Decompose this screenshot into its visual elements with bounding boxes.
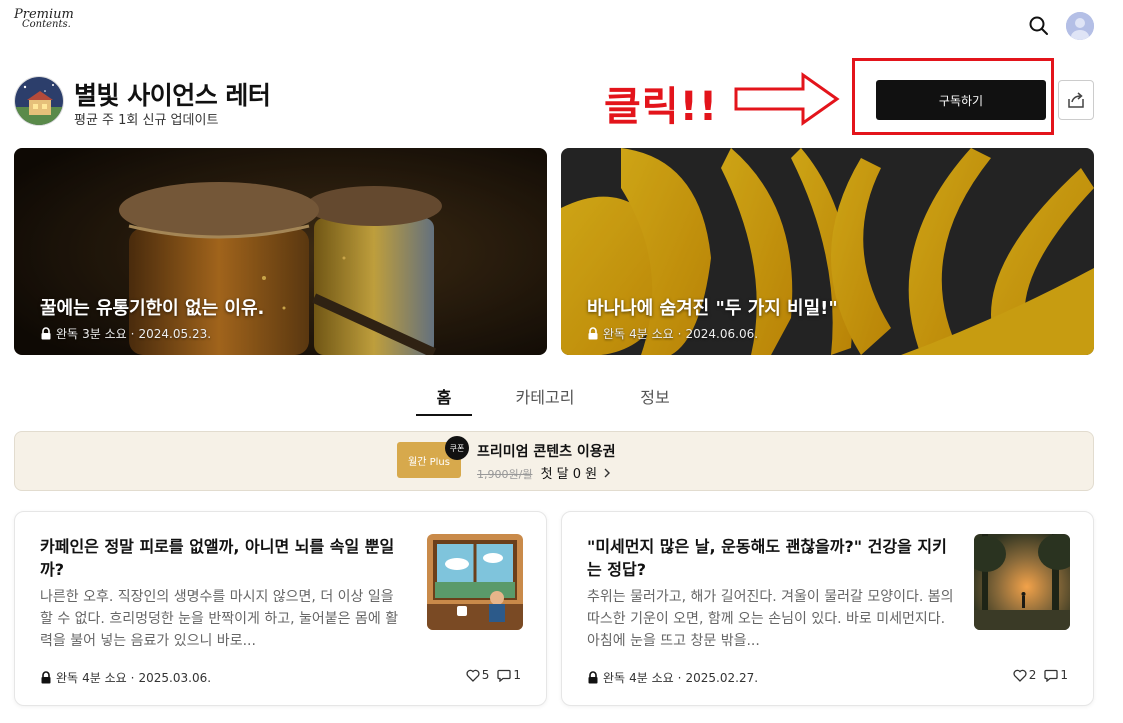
- logo-line2: Contents.: [22, 19, 71, 30]
- featured-status: 완독: [56, 327, 79, 341]
- post-read-time: 4분 소요: [82, 671, 127, 685]
- lock-icon: [41, 671, 51, 684]
- comment-count: 1: [513, 668, 521, 682]
- featured-date: 2024.06.06.: [685, 326, 759, 341]
- post-card-fine-dust[interactable]: "미세먼지 많은 날, 운동해도 괜찮을까?" 건강을 지키는 정답? 추위는 …: [561, 511, 1094, 706]
- channel-tabs: 홈 카테고리 정보: [0, 384, 1123, 416]
- post-meta: 완독 4분 소요 · 2025.02.27.: [587, 669, 758, 686]
- chevron-right-icon: [604, 468, 611, 478]
- honey-jars-image: [14, 148, 547, 355]
- post-read-time: 4분 소요: [629, 671, 674, 685]
- search-icon[interactable]: [1027, 14, 1051, 38]
- heart-icon: [466, 669, 480, 682]
- lock-icon: [41, 327, 51, 340]
- original-price: 1,900원/월: [477, 468, 533, 481]
- like-count: 2: [1028, 668, 1037, 682]
- post-date: 2025.02.27.: [685, 670, 759, 685]
- post-meta: 완독 4분 소요 · 2025.03.06.: [40, 669, 211, 686]
- featured-status: 완독: [603, 327, 626, 341]
- like-count: 5: [481, 668, 490, 682]
- featured-meta: 완독 3분 소요 · 2024.05.23.: [40, 325, 211, 342]
- lock-icon: [588, 327, 598, 340]
- comment-button[interactable]: 1: [1044, 668, 1068, 682]
- annotation-arrow-icon: [734, 72, 840, 126]
- bananas-image: [561, 148, 1094, 355]
- share-button[interactable]: [1058, 80, 1094, 120]
- annotation-click-text: 클릭!!: [604, 84, 719, 130]
- post-status: 완독: [603, 671, 626, 685]
- post-date: 2025.03.06.: [138, 670, 212, 685]
- user-avatar[interactable]: [1066, 12, 1094, 40]
- lock-icon: [588, 671, 598, 684]
- coupon-badge: 쿠폰: [445, 436, 469, 460]
- comment-icon: [497, 669, 512, 682]
- share-icon: [1068, 92, 1084, 108]
- channel-title: 별빛 사이언스 레터: [74, 81, 271, 110]
- featured-read-time: 3분 소요: [82, 327, 127, 341]
- premium-contents-logo[interactable]: Premium Contents.: [14, 8, 74, 30]
- channel-avatar: [14, 76, 64, 126]
- coupon-title: 프리미엄 콘텐츠 이용권: [477, 444, 616, 460]
- post-thumbnail: [427, 534, 523, 630]
- comment-icon: [1044, 669, 1059, 682]
- featured-title: 바나나에 숨겨진 "두 가지 비밀!": [587, 298, 838, 319]
- post-excerpt: 나른한 오후. 직장인의 생명수를 마시지 않으면, 더 이상 일을 할 수 없…: [40, 589, 399, 649]
- tab-home[interactable]: 홈: [416, 384, 472, 416]
- comment-button[interactable]: 1: [497, 668, 521, 682]
- top-bar: Premium Contents.: [0, 0, 1123, 52]
- post-excerpt: 추위는 물러가고, 해가 길어진다. 겨울이 물러갈 모양이다. 봄의 따스한 …: [587, 589, 954, 649]
- featured-date: 2024.05.23.: [138, 326, 212, 341]
- subscribe-button[interactable]: 구독하기: [876, 80, 1046, 120]
- post-title: "미세먼지 많은 날, 운동해도 괜찮을까?" 건강을 지키는 정답?: [587, 537, 947, 579]
- coupon-price: 1,900원/월 첫 달 0 원: [477, 463, 611, 482]
- like-button[interactable]: 5: [466, 668, 490, 682]
- post-stats: 2 1: [1013, 668, 1068, 682]
- comment-count: 1: [1060, 668, 1068, 682]
- featured-post-honey[interactable]: 꿀에는 유통기한이 없는 이유. 완독 3분 소요 · 2024.05.23.: [14, 148, 547, 355]
- post-title: 카페인은 정말 피로를 없앨까, 아니면 뇌를 속일 뿐일까?: [40, 537, 395, 579]
- featured-post-banana[interactable]: 바나나에 숨겨진 "두 가지 비밀!" 완독 4분 소요 · 2024.06.0…: [561, 148, 1094, 355]
- post-status: 완독: [56, 671, 79, 685]
- featured-title: 꿀에는 유통기한이 없는 이유.: [40, 298, 265, 319]
- featured-meta: 완독 4분 소요 · 2024.06.06.: [587, 325, 758, 342]
- premium-coupon-banner[interactable]: 월간 Plus 쿠폰 프리미엄 콘텐츠 이용권 1,900원/월 첫 달 0 원: [14, 431, 1094, 491]
- channel-subtitle: 평균 주 1회 신규 업데이트: [74, 113, 219, 128]
- post-stats: 5 1: [466, 668, 521, 682]
- featured-read-time: 4분 소요: [629, 327, 674, 341]
- like-button[interactable]: 2: [1013, 668, 1037, 682]
- tab-category[interactable]: 카테고리: [505, 384, 585, 416]
- heart-icon: [1013, 669, 1027, 682]
- post-card-caffeine[interactable]: 카페인은 정말 피로를 없앨까, 아니면 뇌를 속일 뿐일까? 나른한 오후. …: [14, 511, 547, 706]
- tab-info[interactable]: 정보: [628, 384, 682, 416]
- offer-price: 첫 달 0 원: [540, 467, 598, 482]
- post-thumbnail: [974, 534, 1070, 630]
